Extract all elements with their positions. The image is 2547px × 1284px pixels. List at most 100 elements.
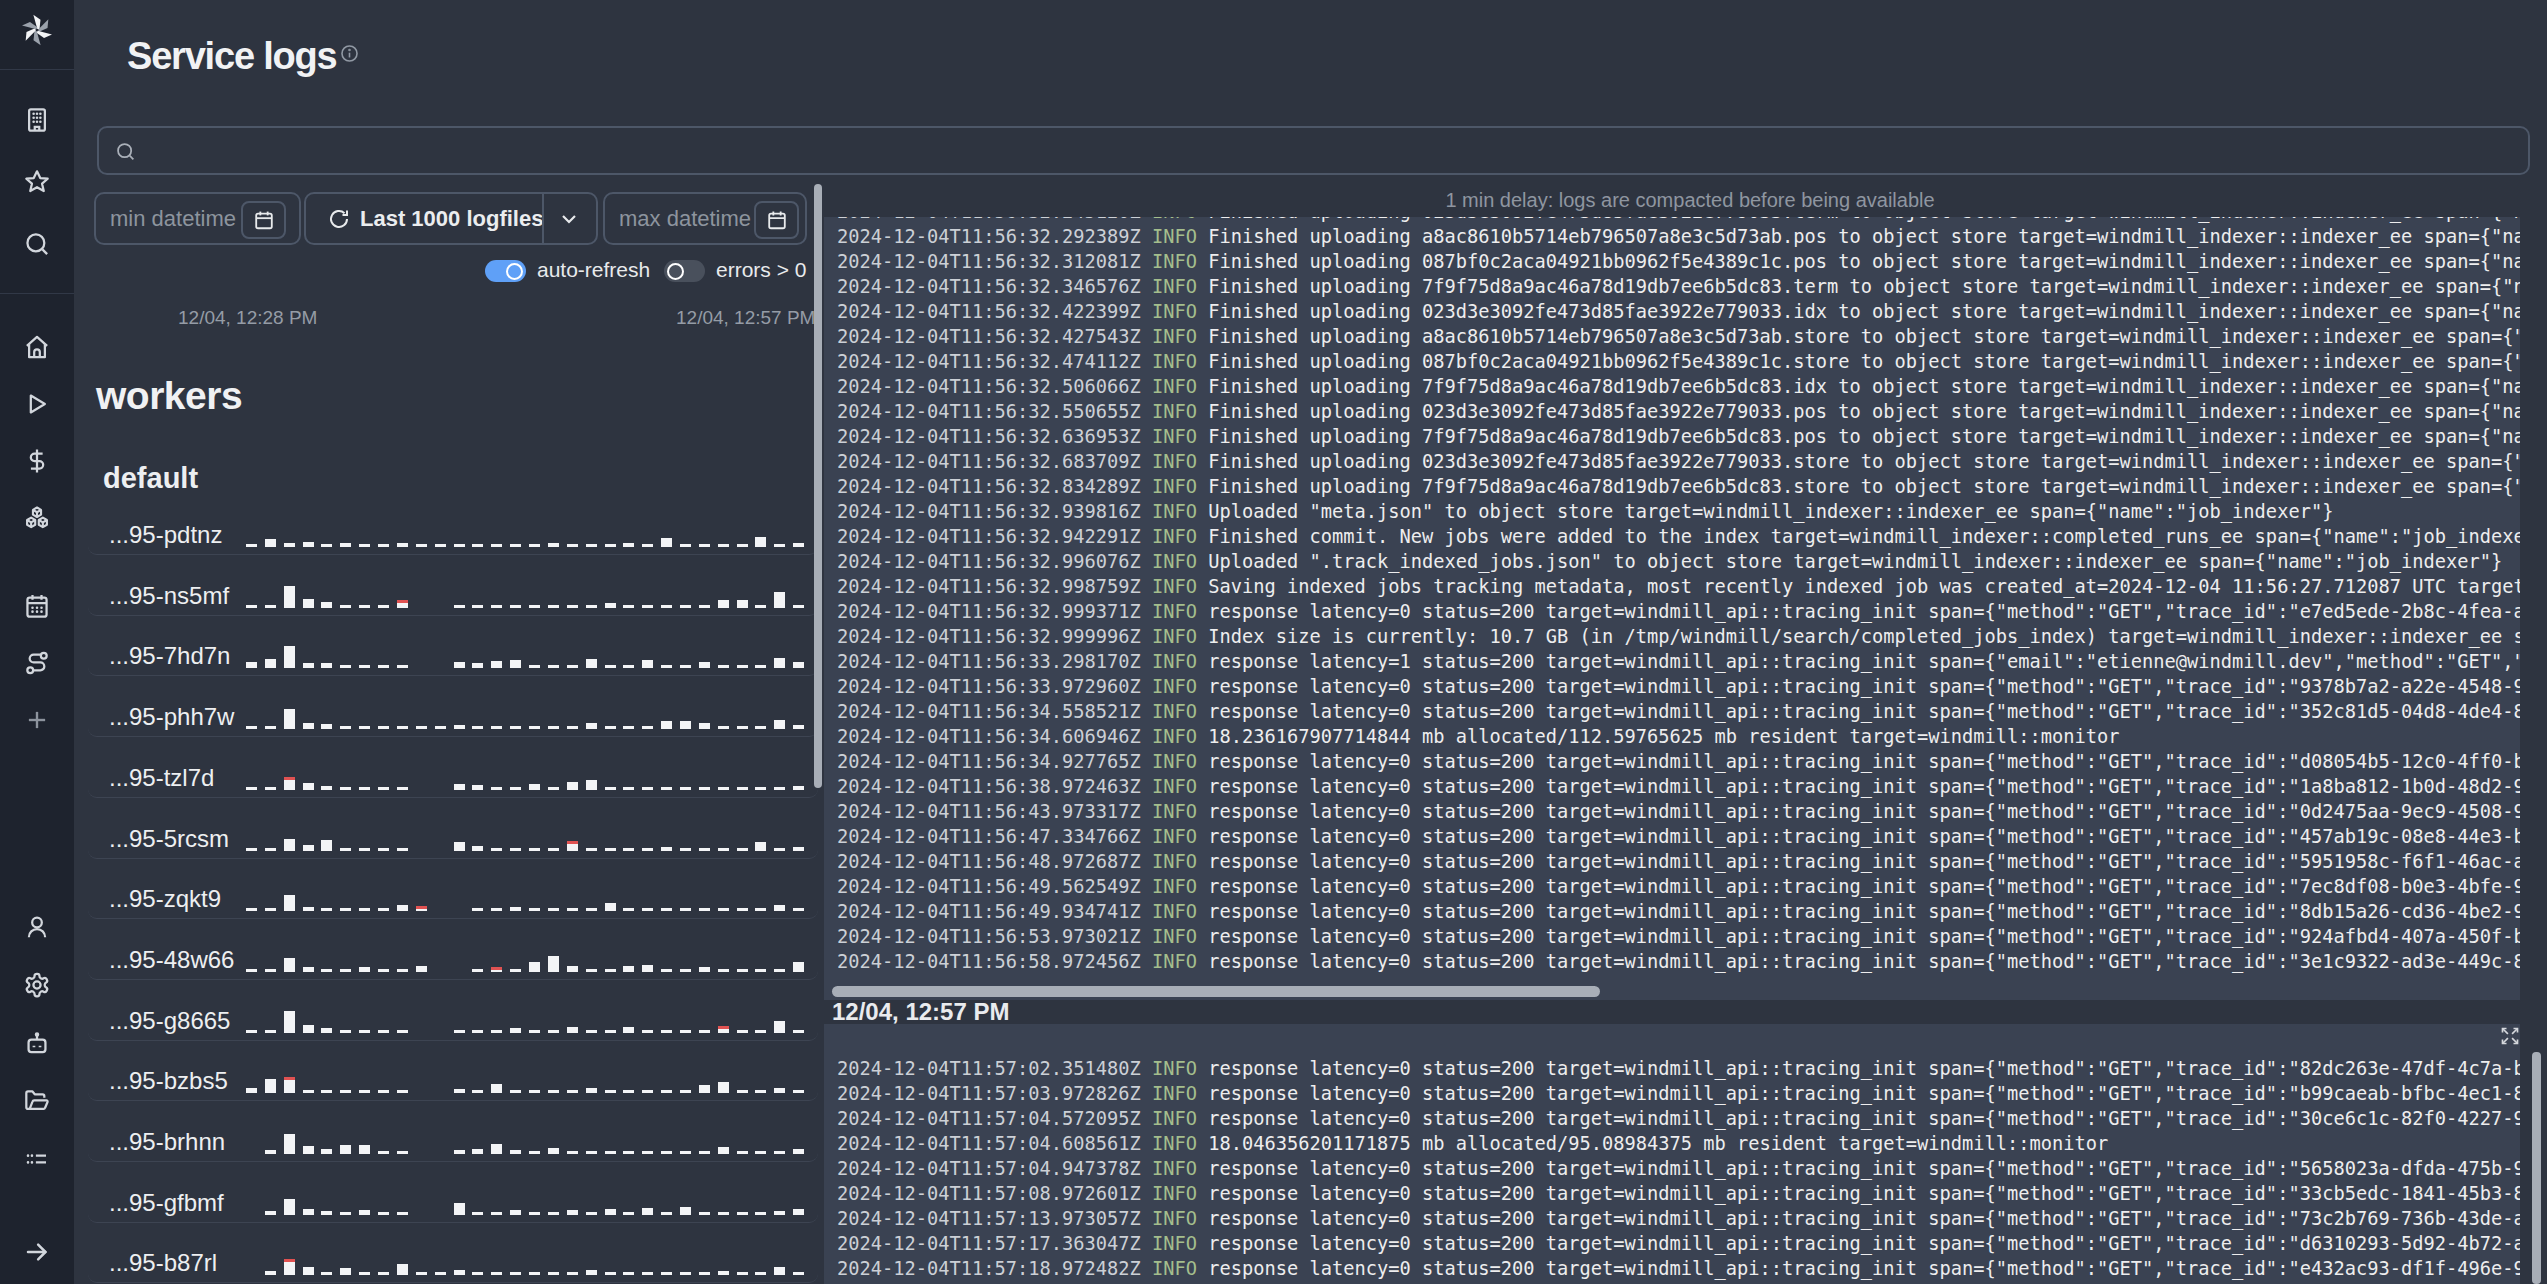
- worker-name: ...95-48w66: [109, 946, 234, 974]
- auto-refresh-toggle[interactable]: [485, 260, 526, 282]
- worker-row[interactable]: ...95-phh7w: [88, 676, 818, 737]
- folder-open-icon[interactable]: [24, 1088, 51, 1115]
- logfiles-label: Last 1000 logfiles: [360, 194, 543, 243]
- min-datetime-field[interactable]: min datetime: [94, 192, 301, 245]
- user-icon[interactable]: [24, 914, 51, 941]
- range-start: 12/04, 12:28 PM: [178, 307, 317, 329]
- route-icon[interactable]: [24, 650, 51, 677]
- plus-icon[interactable]: [24, 707, 50, 733]
- log-line: 2024-12-04T11:57:04.608561Z INFO 18.0463…: [837, 1131, 2520, 1156]
- worker-activity-bars: [246, 1067, 812, 1093]
- worker-name: ...95-brhnn: [109, 1128, 225, 1156]
- arrow-right-icon[interactable]: [24, 1239, 51, 1266]
- home-icon[interactable]: [24, 334, 51, 361]
- log-line: 2024-12-04T11:56:49.934741Z INFO respons…: [837, 899, 2520, 924]
- play-icon[interactable]: [24, 391, 51, 418]
- chevron-down-icon[interactable]: [557, 207, 581, 231]
- refresh-icon: [327, 207, 351, 231]
- log-line: 2024-12-04T11:56:47.334766Z INFO respons…: [837, 824, 2520, 849]
- sidebar-divider-top: [0, 69, 74, 70]
- log-line: 2024-12-04T11:56:32.942291Z INFO Finishe…: [837, 524, 2520, 549]
- log-section-divider-label: 12/04, 12:57 PM: [832, 999, 1009, 1025]
- worker-activity-bars: [246, 1007, 812, 1033]
- expand-icon[interactable]: [2500, 1026, 2520, 1046]
- log-line: 2024-12-04T11:57:08.972601Z INFO respons…: [837, 1181, 2520, 1206]
- search-box: [97, 126, 2530, 175]
- worker-name: ...95-g8665: [109, 1007, 230, 1035]
- worker-name: ...95-7hd7n: [109, 642, 230, 670]
- delay-note: 1 min delay: logs are compacted before b…: [842, 189, 2538, 212]
- min-datetime-label: min datetime: [110, 194, 236, 243]
- log-section-2: 2024-12-04T11:57:02.351480Z INFO respons…: [824, 1024, 2520, 1284]
- log-line: 2024-12-04T11:56:32.939816Z INFO Uploade…: [837, 499, 2520, 524]
- auto-refresh-label: auto-refresh: [537, 258, 650, 282]
- log-line: 2024-12-04T11:56:32.346576Z INFO Finishe…: [837, 274, 2520, 299]
- worker-activity-bars: [246, 1249, 812, 1275]
- logfiles-select[interactable]: Last 1000 logfiles: [304, 192, 598, 245]
- log-line: 2024-12-04T11:56:33.972960Z INFO respons…: [837, 674, 2520, 699]
- worker-row[interactable]: ...95-tzl7d: [88, 737, 818, 798]
- log-horizontal-scrollbar[interactable]: [832, 986, 1600, 997]
- search-icon[interactable]: [24, 231, 51, 258]
- log-line: 2024-12-04T11:56:33.298170Z INFO respons…: [837, 649, 2520, 674]
- left-panel-scrollbar[interactable]: [814, 184, 822, 788]
- calendar-icon[interactable]: [24, 593, 51, 620]
- worker-row[interactable]: ...95-zqkt9: [88, 858, 818, 919]
- worker-row[interactable]: ...95-7hd7n: [88, 615, 818, 676]
- log2-vertical-scrollbar[interactable]: [2532, 1052, 2541, 1284]
- log-line: 2024-12-04T11:56:32.506066Z INFO Finishe…: [837, 374, 2520, 399]
- worker-activity-bars: [246, 885, 812, 911]
- worker-activity-bars: [246, 1189, 812, 1215]
- star-icon[interactable]: [24, 169, 51, 196]
- min-datetime-calendar-button[interactable]: [241, 201, 286, 239]
- errors-toggle[interactable]: [664, 260, 705, 282]
- search-input[interactable]: [147, 130, 2447, 171]
- log-line: 2024-12-04T11:57:13.973057Z INFO respons…: [837, 1206, 2520, 1231]
- log-line: 2024-12-04T11:56:32.422399Z INFO Finishe…: [837, 299, 2520, 324]
- worker-row[interactable]: ...95-pdtnz: [88, 494, 818, 555]
- log-line: 2024-12-04T11:56:32.550655Z INFO Finishe…: [837, 399, 2520, 424]
- info-icon[interactable]: [340, 44, 359, 63]
- worker-row[interactable]: ...95-gfbmf: [88, 1162, 818, 1223]
- log-line: 2024-12-04T11:56:32.245120Z INFO Finishe…: [837, 217, 2520, 224]
- boxes-icon[interactable]: [24, 505, 51, 532]
- max-datetime-label: max datetime: [619, 194, 751, 243]
- log-line: 2024-12-04T11:57:04.572095Z INFO respons…: [837, 1106, 2520, 1131]
- worker-activity-bars: [246, 1128, 812, 1154]
- worker-activity-bars: [246, 582, 812, 608]
- worker-name: ...95-5rcsm: [109, 825, 229, 853]
- log-line: 2024-12-04T11:56:32.683709Z INFO Finishe…: [837, 449, 2520, 474]
- worker-activity-bars: [246, 825, 812, 851]
- log-line: 2024-12-04T11:56:32.474112Z INFO Finishe…: [837, 349, 2520, 374]
- worker-row[interactable]: ...95-bzbs5: [88, 1040, 818, 1101]
- log-line: 2024-12-04T11:56:32.999371Z INFO respons…: [837, 599, 2520, 624]
- list-icon[interactable]: [24, 1146, 51, 1173]
- max-datetime-calendar-button[interactable]: [754, 201, 799, 239]
- log-line: 2024-12-04T11:56:32.427543Z INFO Finishe…: [837, 324, 2520, 349]
- building-icon[interactable]: [24, 107, 51, 134]
- windmill-logo-icon: [18, 11, 56, 49]
- worker-name: ...95-zqkt9: [109, 885, 221, 913]
- log-line: 2024-12-04T11:56:32.999996Z INFO Index s…: [837, 624, 2520, 649]
- worker-name: ...95-pdtnz: [109, 521, 222, 549]
- bot-icon[interactable]: [24, 1030, 51, 1057]
- worker-name: ...95-tzl7d: [109, 764, 214, 792]
- worker-row[interactable]: ...95-5rcsm: [88, 798, 818, 859]
- worker-name: ...95-gfbmf: [109, 1189, 224, 1217]
- worker-row[interactable]: ...95-ns5mf: [88, 555, 818, 616]
- worker-activity-bars: [246, 946, 812, 972]
- dollar-icon[interactable]: [24, 448, 51, 475]
- sidebar-divider-mid: [0, 293, 74, 294]
- log-line: 2024-12-04T11:57:04.947378Z INFO respons…: [837, 1156, 2520, 1181]
- log-line: 2024-12-04T11:56:32.292389Z INFO Finishe…: [837, 224, 2520, 249]
- gear-icon[interactable]: [24, 972, 51, 999]
- worker-name: ...95-ns5mf: [109, 582, 229, 610]
- log-section-divider: 12/04, 12:57 PM: [824, 1000, 2520, 1024]
- worker-row[interactable]: ...95-b87rl: [88, 1222, 818, 1283]
- worker-row[interactable]: ...95-brhnn: [88, 1101, 818, 1162]
- log-line: 2024-12-04T11:57:02.351480Z INFO respons…: [837, 1056, 2520, 1081]
- worker-row[interactable]: ...95-48w66: [88, 919, 818, 980]
- max-datetime-field[interactable]: max datetime: [603, 192, 807, 245]
- worker-group-heading: default: [103, 462, 198, 495]
- worker-row[interactable]: ...95-g8665: [88, 980, 818, 1041]
